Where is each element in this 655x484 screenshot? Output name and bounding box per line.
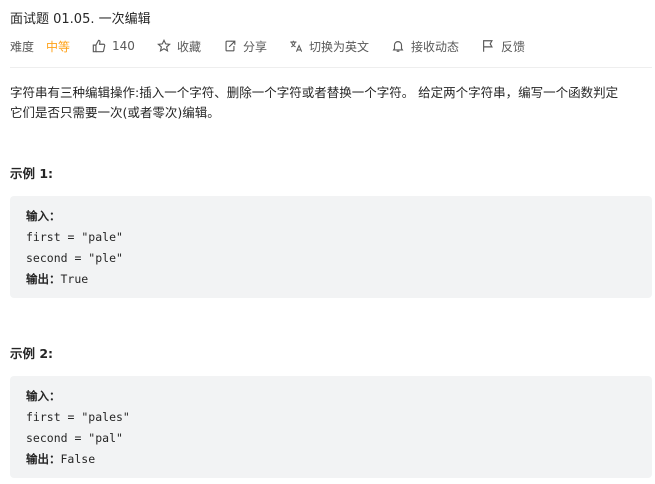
output-value: True xyxy=(60,272,89,286)
description-line: 它们是否只需要一次(或者零次)编辑。 xyxy=(10,105,220,120)
like-count: 140 xyxy=(112,39,135,53)
example-1-code-block: 输入： first = "pale" second = "ple" 输出：Tru… xyxy=(10,196,652,298)
description-line: 字符串有三种编辑操作:插入一个字符、删除一个字符或者替换一个字符。 给定两个字符… xyxy=(10,85,619,100)
output-label: 输出： xyxy=(26,452,61,466)
example-2-title: 示例 2: xyxy=(10,346,54,361)
problem-title: 面试题 01.05. 一次编辑 xyxy=(10,12,151,27)
difficulty-value: 中等 xyxy=(46,39,71,54)
share-button[interactable]: 分享 xyxy=(223,38,267,55)
code-line: second = "ple" xyxy=(26,251,123,265)
code-line: first = "pales" xyxy=(26,410,130,424)
example-1-title: 示例 1: xyxy=(10,166,54,181)
problem-meta-bar: 难度 中等 140 收藏 分享 切换为英文 接收动态 反馈 xyxy=(10,37,547,55)
like-button[interactable]: 140 xyxy=(92,39,135,53)
share-icon xyxy=(223,39,237,53)
feedback-button[interactable]: 反馈 xyxy=(481,38,525,55)
difficulty: 难度 中等 xyxy=(10,38,70,55)
notify-label: 接收动态 xyxy=(410,39,459,54)
output-value: False xyxy=(60,452,96,466)
translate-icon xyxy=(289,39,303,53)
code-line: second = "pal" xyxy=(26,431,123,445)
star-icon xyxy=(156,39,171,53)
code-line: first = "pale" xyxy=(26,230,123,244)
input-label: 输入： xyxy=(26,389,61,403)
collect-label: 收藏 xyxy=(176,39,201,54)
input-label: 输入： xyxy=(26,209,61,223)
share-label: 分享 xyxy=(242,39,267,54)
output-label: 输出： xyxy=(26,272,61,286)
problem-description: 字符串有三种编辑操作:插入一个字符、删除一个字符或者替换一个字符。 给定两个字符… xyxy=(10,83,650,123)
translate-label: 切换为英文 xyxy=(308,39,369,54)
bell-icon xyxy=(391,39,405,53)
feedback-label: 反馈 xyxy=(501,39,526,54)
collect-button[interactable]: 收藏 xyxy=(156,38,201,55)
translate-button[interactable]: 切换为英文 xyxy=(289,38,369,55)
example-2-code-block: 输入： first = "pales" second = "pal" 输出：Fa… xyxy=(10,376,652,478)
difficulty-label: 难度 xyxy=(10,39,35,54)
header-divider xyxy=(10,67,652,68)
flag-icon xyxy=(481,39,495,53)
thumbs-up-icon xyxy=(92,39,106,53)
notify-button[interactable]: 接收动态 xyxy=(391,38,459,55)
